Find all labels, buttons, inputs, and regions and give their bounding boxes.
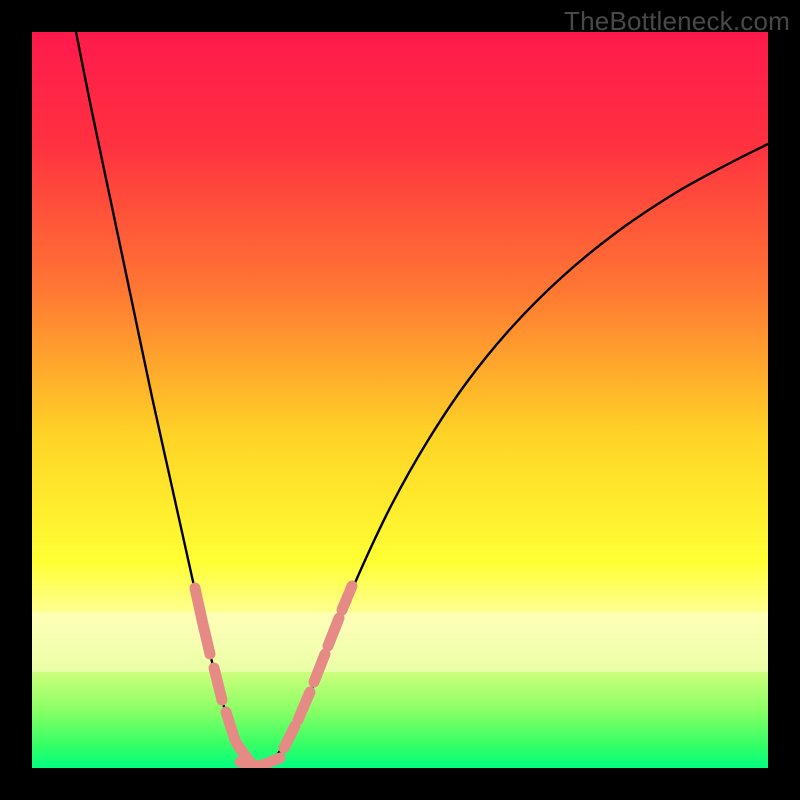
chart-svg [32, 32, 768, 768]
bead-left-upper2 [202, 620, 210, 654]
plot-area [32, 32, 768, 768]
outer-frame: TheBottleneck.com [0, 0, 800, 800]
bead-left-mid [214, 668, 222, 700]
bead-bottom-flat2 [260, 758, 280, 766]
pale-band [32, 612, 768, 672]
